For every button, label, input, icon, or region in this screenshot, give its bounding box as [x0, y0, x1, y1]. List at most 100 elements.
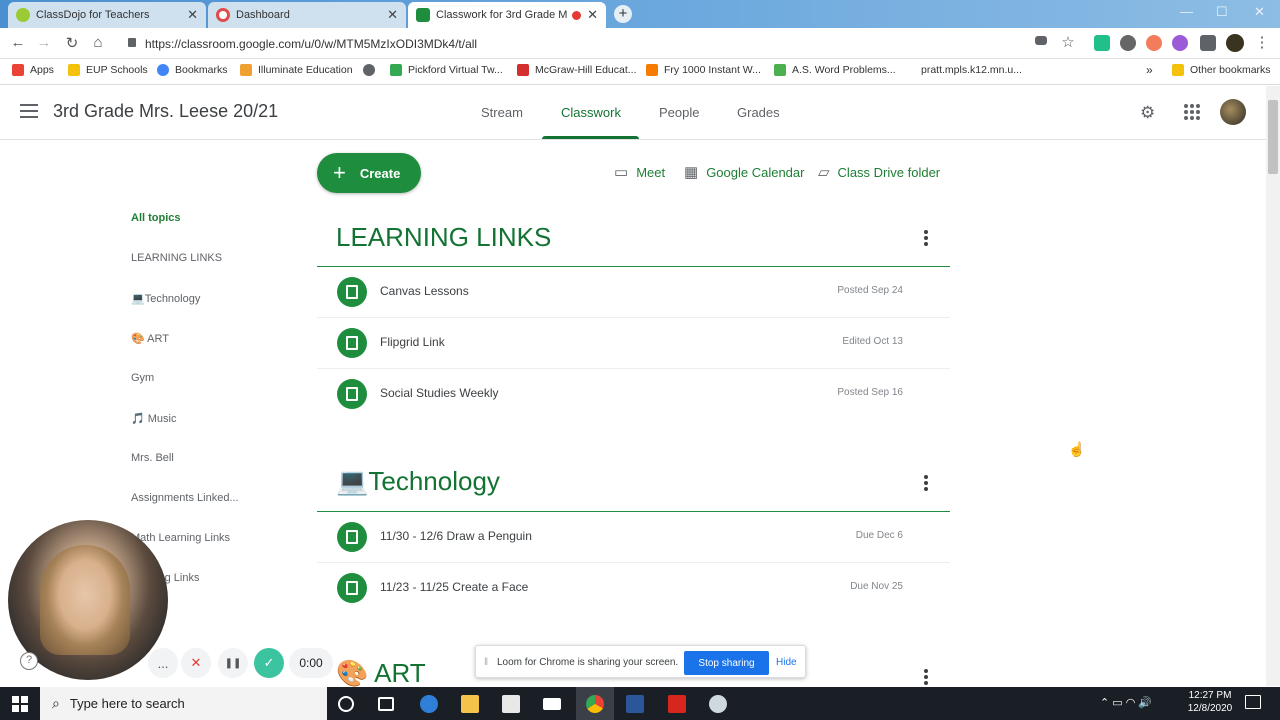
section-more-icon[interactable] — [924, 669, 928, 685]
profile-avatar[interactable] — [1226, 34, 1244, 52]
windows-start-icon[interactable] — [12, 696, 28, 712]
topic-technology[interactable]: 💻Technology — [131, 292, 200, 305]
maximize-icon[interactable]: ☐ — [1216, 4, 1228, 20]
topic-mrs-bell[interactable]: Mrs. Bell — [131, 452, 174, 464]
new-tab-button[interactable]: + — [614, 5, 632, 23]
bookmark-fry-1000[interactable]: Fry 1000 Instant W... — [646, 64, 761, 76]
finish-recording-button[interactable]: ✓ — [254, 648, 284, 678]
edge-icon[interactable] — [420, 695, 438, 713]
tab-classwork[interactable]: Classwork — [561, 105, 621, 120]
list-item[interactable]: Flipgrid Link Edited Oct 13 — [317, 318, 950, 369]
tab-classwork[interactable]: Classwork for 3rd Grade Mrs ✕ — [408, 2, 606, 28]
chrome-icon[interactable] — [586, 695, 604, 713]
list-item[interactable]: Canvas Lessons Posted Sep 24 — [317, 267, 950, 318]
bookmark-mcgraw-hill[interactable]: McGraw-Hill Educat... — [517, 64, 637, 76]
meet-link[interactable]: ▭ Meet — [614, 163, 665, 181]
list-item[interactable]: 11/23 - 11/25 Create a Face Due Nov 25 — [317, 563, 950, 614]
topic-learning-links[interactable]: LEARNING LINKS — [131, 252, 222, 264]
topic-assignments-linked[interactable]: Assignments Linked... — [131, 492, 239, 504]
camera-icon[interactable] — [1035, 36, 1047, 45]
acrobat-icon[interactable] — [668, 695, 686, 713]
reload-icon[interactable]: ↻ — [62, 34, 82, 52]
gear-icon[interactable]: ⚙ — [1140, 104, 1158, 122]
forward-icon[interactable]: → — [34, 34, 54, 51]
bookmark-globe[interactable] — [363, 64, 381, 76]
drag-handle-icon[interactable]: ‖ — [484, 657, 488, 668]
more-bookmarks-button[interactable]: » — [1146, 63, 1153, 77]
extension-loom-icon[interactable] — [1146, 35, 1162, 51]
create-button[interactable]: + Create — [317, 153, 421, 193]
url-field[interactable]: https://classroom.google.com/u/0/w/MTM5M… — [145, 37, 477, 51]
item-date: Due Dec 6 — [855, 530, 903, 541]
extension-rocket-icon[interactable] — [1120, 35, 1136, 51]
star-icon[interactable]: ☆ — [1058, 33, 1078, 51]
other-bookmarks[interactable]: Other bookmarks — [1172, 64, 1271, 76]
bookmark-bookmarks[interactable]: Bookmarks — [157, 64, 228, 76]
bookmark-eup-schools[interactable]: EUP Schools — [68, 64, 148, 76]
bookmark-label: pratt.mpls.k12.mn.u... — [921, 64, 1022, 76]
section-more-icon[interactable] — [924, 230, 928, 246]
dashboard-icon — [216, 8, 230, 22]
bookmark-pickford[interactable]: Pickford Virtual Tw... — [390, 64, 503, 76]
calendar-icon: ▦ — [684, 164, 699, 181]
taskbar-search-input[interactable]: ⌕ Type here to search — [40, 687, 327, 720]
section-more-icon[interactable] — [924, 475, 928, 491]
topic-math-learning-links[interactable]: Math Learning Links — [131, 532, 230, 544]
extensions-puzzle-icon[interactable] — [1200, 35, 1216, 51]
close-icon[interactable]: ✕ — [187, 7, 198, 23]
google-calendar-link[interactable]: ▦ Google Calendar — [684, 163, 804, 181]
back-icon[interactable]: ← — [8, 34, 28, 51]
minimize-icon[interactable]: — — [1180, 4, 1193, 19]
tab-grades[interactable]: Grades — [737, 105, 780, 120]
globe-icon — [363, 64, 375, 76]
topic-all-topics[interactable]: All topics — [131, 212, 181, 224]
file-explorer-icon[interactable] — [461, 695, 479, 713]
hide-button[interactable]: Hide — [776, 657, 797, 668]
store-icon[interactable] — [502, 695, 520, 713]
mail-icon[interactable] — [543, 698, 561, 710]
bookmark-pratt[interactable]: pratt.mpls.k12.mn.u... — [921, 64, 1022, 76]
tab-dashboard[interactable]: Dashboard ✕ — [208, 2, 406, 28]
window-close-icon[interactable]: ✕ — [1254, 4, 1265, 20]
browser-menu-icon[interactable]: ⋮ — [1252, 33, 1272, 51]
pause-button[interactable]: ❚❚ — [218, 648, 248, 678]
close-icon[interactable]: ✕ — [387, 7, 398, 23]
hamburger-menu-icon[interactable] — [20, 104, 38, 118]
cancel-recording-button[interactable]: ✕ — [181, 648, 211, 678]
hand-cursor-icon: ☝ — [1068, 441, 1086, 457]
bookmark-word-problems[interactable]: A.S. Word Problems... — [774, 64, 896, 76]
class-title[interactable]: 3rd Grade Mrs. Leese 20/21 — [53, 101, 278, 122]
snipping-tool-icon[interactable] — [709, 695, 727, 713]
extension-grammarly-icon[interactable] — [1094, 35, 1110, 51]
class-drive-folder-link[interactable]: ▱ Class Drive folder — [818, 163, 940, 181]
bookmark-illuminate[interactable]: Illuminate Education — [240, 64, 353, 76]
close-icon[interactable]: ✕ — [587, 7, 598, 23]
scrollbar-thumb[interactable] — [1268, 100, 1278, 174]
more-options-button[interactable]: ... — [148, 648, 178, 678]
help-icon[interactable]: ? — [20, 652, 38, 670]
list-item[interactable]: Social Studies Weekly Posted Sep 16 — [317, 369, 950, 420]
notification-icon[interactable] — [1245, 695, 1261, 709]
cortana-icon[interactable] — [338, 696, 354, 712]
task-view-icon[interactable] — [378, 697, 394, 711]
topic-music[interactable]: 🎵 Music — [131, 412, 176, 425]
topic-gym[interactable]: Gym — [131, 372, 154, 384]
section-title: 🎨 ART — [336, 658, 426, 688]
topic-art[interactable]: 🎨 ART — [131, 332, 169, 345]
taskbar-clock[interactable]: 12:27 PM 12/8/2020 — [1180, 689, 1240, 715]
google-apps-icon[interactable] — [1184, 104, 1200, 120]
tab-people[interactable]: People — [659, 105, 699, 120]
apps-grid-icon — [12, 64, 24, 76]
extension-color-icon[interactable] — [1172, 35, 1188, 51]
word-icon[interactable] — [626, 695, 644, 713]
stop-sharing-button[interactable]: Stop sharing — [684, 651, 769, 675]
bookmark-apps[interactable]: Apps — [12, 64, 54, 76]
item-date: Edited Oct 13 — [842, 336, 903, 347]
tab-stream[interactable]: Stream — [481, 105, 523, 120]
system-tray[interactable]: ⌃ ▭ ◠ 🔊 — [1100, 696, 1152, 709]
home-icon[interactable]: ⌂ — [88, 34, 108, 51]
avatar[interactable] — [1220, 99, 1246, 125]
tab-classdojo[interactable]: ClassDojo for Teachers ✕ — [8, 2, 206, 28]
scrollbar[interactable] — [1266, 86, 1280, 686]
list-item[interactable]: 11/30 - 12/6 Draw a Penguin Due Dec 6 — [317, 512, 950, 563]
